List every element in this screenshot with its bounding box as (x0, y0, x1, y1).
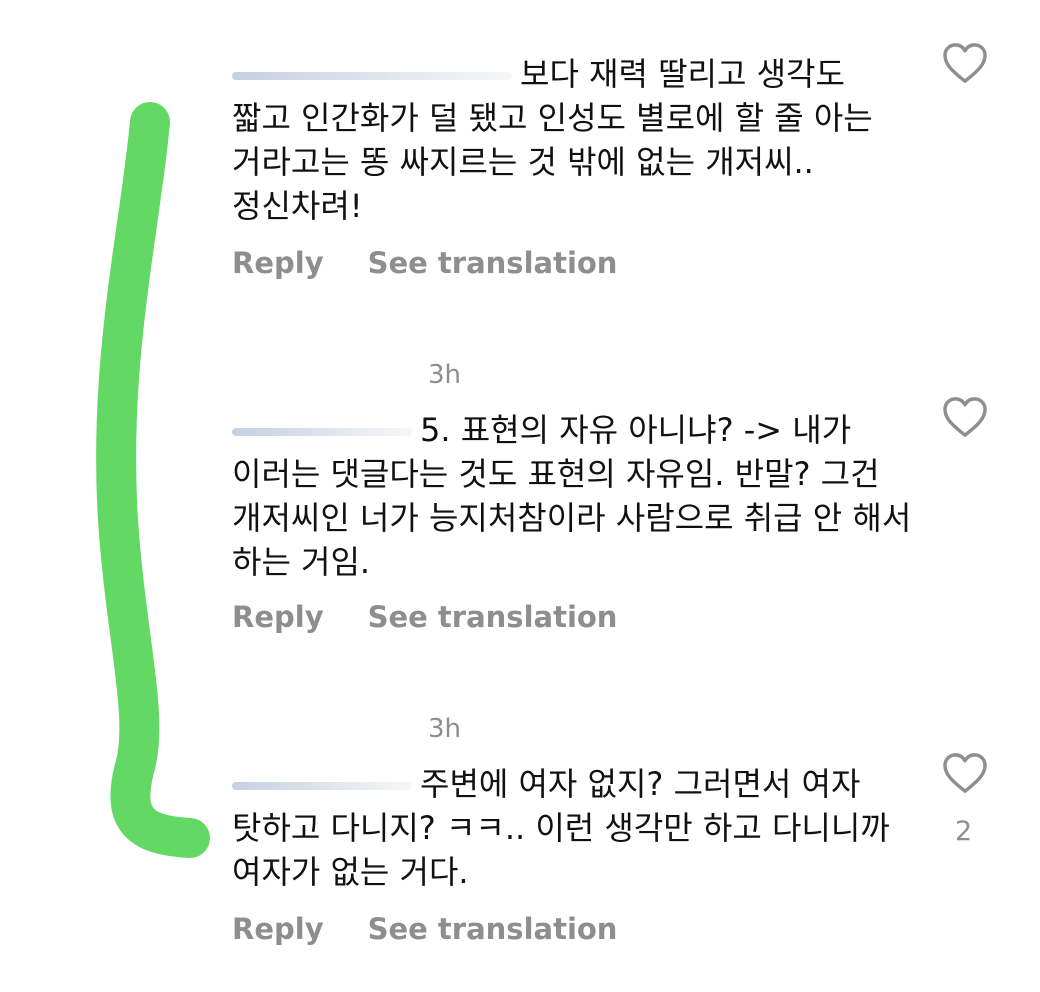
comment-actions: Reply See translation (232, 246, 617, 280)
reply-button[interactable]: Reply (232, 600, 324, 634)
comment-actions: Reply See translation (232, 912, 617, 946)
reply-button[interactable]: Reply (232, 246, 324, 280)
comment-timestamp: 3h (428, 714, 462, 744)
like-count: 2 (955, 816, 973, 847)
redacted-username (232, 72, 512, 80)
comment-item: 주변에 여자 없지? 그러면서 여자 탓하고 다니지? ㅋㅋ.. 이런 생각만 … (232, 762, 912, 894)
comment-actions: Reply See translation (232, 600, 617, 634)
heart-outline-icon[interactable] (942, 396, 988, 438)
heart-outline-icon[interactable] (942, 752, 988, 794)
redacted-username (232, 428, 412, 436)
comment-text: 보다 재력 딸리고 생각도 짧고 인간화가 덜 됐고 인성도 별로에 할 줄 아… (232, 55, 873, 225)
comment-timestamp: 3h (428, 360, 462, 390)
comment-text: 5. 표현의 자유 아니냐? -> 내가 이러는 댓글다는 것도 표현의 자유임… (232, 411, 912, 581)
see-translation-button[interactable]: See translation (368, 600, 618, 634)
redacted-username (232, 782, 412, 790)
comment-text: 주변에 여자 없지? 그러면서 여자 탓하고 다니지? ㅋㅋ.. 이런 생각만 … (232, 765, 890, 891)
see-translation-button[interactable]: See translation (368, 912, 618, 946)
comment-item: 5. 표현의 자유 아니냐? -> 내가 이러는 댓글다는 것도 표현의 자유임… (232, 408, 912, 584)
reply-button[interactable]: Reply (232, 912, 324, 946)
heart-outline-icon[interactable] (942, 42, 988, 84)
comment-item: 보다 재력 딸리고 생각도 짧고 인간화가 덜 됐고 인성도 별로에 할 줄 아… (232, 52, 912, 228)
see-translation-button[interactable]: See translation (368, 246, 618, 280)
